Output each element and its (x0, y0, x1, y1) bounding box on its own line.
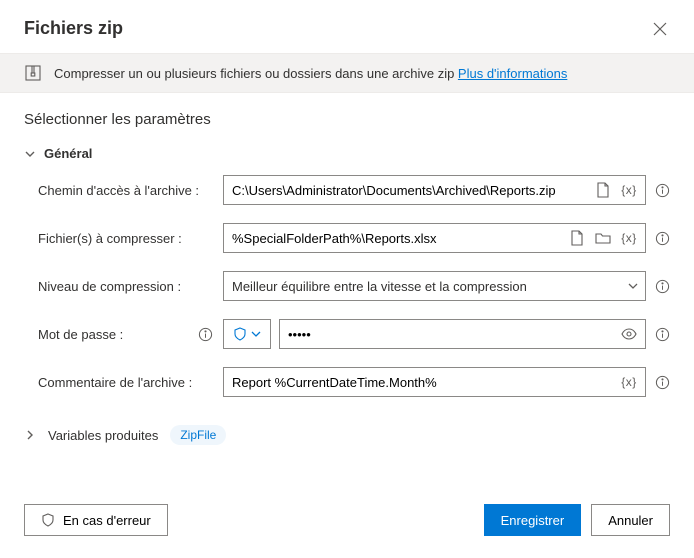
archive-icon (24, 64, 42, 82)
folder-icon (595, 231, 611, 245)
info-icon[interactable] (654, 182, 670, 198)
sensitive-mode-button[interactable] (223, 319, 271, 349)
group-general-label: Général (44, 146, 92, 161)
variable-picker-button[interactable]: {x} (619, 372, 639, 392)
info-icon[interactable] (654, 278, 670, 294)
info-text: Compresser un ou plusieurs fichiers ou d… (54, 66, 458, 81)
close-button[interactable] (650, 19, 670, 39)
password-label: Mot de passe : (38, 327, 123, 342)
chevron-down-icon (627, 280, 639, 292)
chevron-right-icon (24, 430, 36, 440)
compression-level-label: Niveau de compression : (38, 279, 213, 294)
parameters-heading: Sélectionner les paramètres (24, 111, 670, 128)
cancel-button[interactable]: Annuler (591, 504, 670, 536)
archive-comment-input[interactable] (232, 368, 613, 396)
file-icon (596, 182, 610, 198)
on-error-label: En cas d'erreur (63, 513, 151, 528)
compression-level-value: Meilleur équilibre entre la vitesse et l… (232, 279, 527, 294)
variables-produced-label: Variables produites (48, 428, 158, 443)
group-general-toggle[interactable]: Général (24, 146, 670, 161)
more-info-link[interactable]: Plus d'informations (458, 66, 567, 81)
info-icon[interactable] (197, 326, 213, 342)
info-bar: Compresser un ou plusieurs fichiers ou d… (0, 53, 694, 93)
archive-comment-label: Commentaire de l'archive : (38, 375, 213, 390)
variable-chip-zipfile[interactable]: ZipFile (170, 425, 226, 445)
info-icon[interactable] (654, 230, 670, 246)
close-icon (653, 22, 667, 36)
variable-picker-button[interactable]: {x} (619, 180, 639, 200)
shield-icon (233, 327, 247, 341)
info-icon[interactable] (654, 326, 670, 342)
on-error-button[interactable]: En cas d'erreur (24, 504, 168, 536)
password-input[interactable] (288, 320, 613, 348)
save-button[interactable]: Enregistrer (484, 504, 582, 536)
files-to-zip-label: Fichier(s) à compresser : (38, 231, 213, 246)
compression-level-select[interactable]: Meilleur équilibre entre la vitesse et l… (223, 271, 646, 301)
variable-picker-button[interactable]: {x} (619, 228, 639, 248)
files-to-zip-input[interactable] (232, 224, 561, 252)
shield-outline-icon (41, 513, 55, 527)
select-file-button[interactable] (593, 180, 613, 200)
select-file-button[interactable] (567, 228, 587, 248)
eye-icon (621, 328, 637, 340)
file-icon (570, 230, 584, 246)
archive-path-input[interactable] (232, 176, 587, 204)
info-icon[interactable] (654, 374, 670, 390)
archive-path-label: Chemin d'accès à l'archive : (38, 183, 213, 198)
dialog-title: Fichiers zip (24, 18, 123, 39)
variables-produced-toggle[interactable]: Variables produites ZipFile (0, 415, 694, 445)
reveal-password-button[interactable] (619, 324, 639, 344)
chevron-down-icon (24, 149, 36, 159)
select-folder-button[interactable] (593, 228, 613, 248)
chevron-down-icon (251, 329, 261, 339)
